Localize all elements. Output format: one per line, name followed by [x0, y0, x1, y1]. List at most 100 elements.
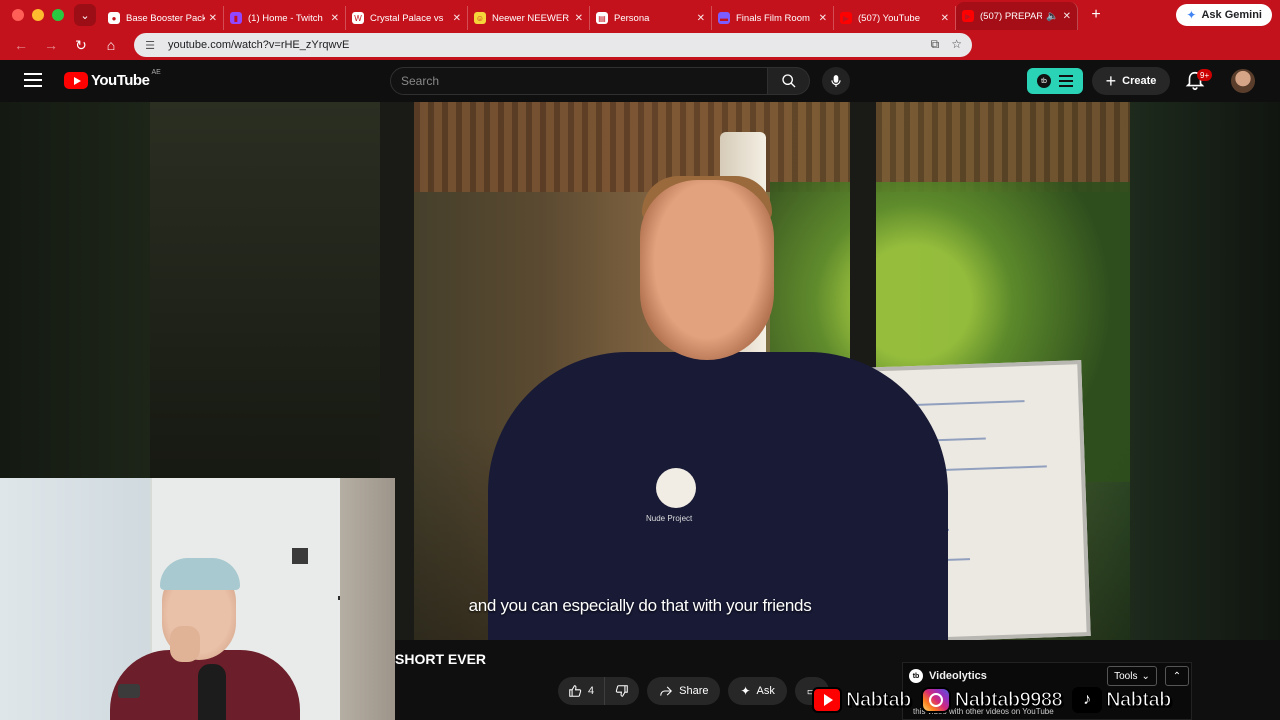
- country-code: AE: [151, 69, 161, 76]
- videolytics-logo-icon: tb: [1037, 74, 1051, 88]
- social-handle-text: Nabtab: [1105, 688, 1171, 711]
- browser-tab[interactable]: ▶ (507) YouTube ✕: [834, 6, 956, 30]
- close-tab-icon[interactable]: ✕: [209, 13, 217, 24]
- search-box: [390, 67, 768, 95]
- voice-search-button[interactable]: [822, 67, 850, 95]
- social-handles: Nabtab Nabtab9988 ♪ Nabtab: [812, 683, 1172, 717]
- tools-label: Tools: [1114, 670, 1138, 682]
- like-button[interactable]: 4: [558, 677, 605, 705]
- webcam-person-cap: [160, 558, 240, 590]
- gemini-sparkle-icon: ✦: [1186, 8, 1197, 22]
- search-input[interactable]: [401, 74, 767, 88]
- tab-favicon-icon: ▶: [840, 12, 852, 24]
- chevron-up-icon: ⌃: [1172, 670, 1182, 682]
- close-tab-icon[interactable]: ✕: [941, 13, 949, 24]
- webcam-light-switch: [292, 548, 308, 564]
- video-actions: 4 Share ✦ Ask ▭: [558, 677, 829, 705]
- browser-toolbar: ← → ↻ ⌂ ☰ youtube.com/watch?v=rHE_zYrqwv…: [0, 30, 1280, 79]
- videolytics-logo-icon: tb: [909, 669, 923, 683]
- shirt-brand-text: Nude Project: [646, 514, 693, 523]
- search-button[interactable]: [768, 67, 810, 95]
- tab-favicon-icon: ☺: [474, 12, 486, 24]
- social-handle-instagram: Nabtab9988: [920, 683, 1063, 717]
- close-tab-icon[interactable]: ✕: [1063, 11, 1071, 22]
- youtube-wordmark: YouTube: [91, 72, 150, 89]
- menu-lines-icon: [1059, 75, 1073, 87]
- ambient-glow-right: [1130, 102, 1280, 640]
- close-tab-icon[interactable]: ✕: [331, 13, 339, 24]
- webcam-microphone: [198, 664, 226, 720]
- close-tab-icon[interactable]: ✕: [819, 13, 827, 24]
- tab-title: Persona: [614, 12, 650, 24]
- tab-title: (507) YouTube: [858, 12, 920, 24]
- close-tab-icon[interactable]: ✕: [453, 13, 461, 24]
- browser-tab[interactable]: ▤ Persona ✕: [590, 6, 712, 30]
- guide-menu-icon[interactable]: [24, 73, 42, 87]
- bookmark-star-icon[interactable]: ☆: [951, 37, 962, 52]
- video-person-face: [640, 180, 774, 360]
- sparkle-icon: ✦: [740, 684, 751, 698]
- ask-gemini-button[interactable]: ✦ Ask Gemini: [1176, 4, 1272, 26]
- close-window-button[interactable]: [12, 9, 24, 21]
- browser-tab-strip: ⌄ ● Base Booster Pack ✕ ▮ (1) Home - Twitch ✕…: [0, 0, 1280, 30]
- address-bar[interactable]: ☰ youtube.com/watch?v=rHE_zYrqwvE ⧉ ☆: [134, 33, 972, 57]
- forward-button[interactable]: →: [36, 32, 66, 58]
- arrow-left-icon: ←: [14, 37, 28, 53]
- like-count: 4: [588, 685, 595, 697]
- share-label: Share: [679, 685, 709, 697]
- speaker-icon[interactable]: 🔈: [1046, 11, 1058, 22]
- tab-favicon-icon: W: [352, 12, 364, 24]
- create-label: Create: [1122, 75, 1157, 87]
- tiktok-icon: ♪: [1072, 687, 1103, 713]
- window-controls: [12, 9, 64, 21]
- home-button[interactable]: ⌂: [96, 32, 126, 58]
- close-tab-icon[interactable]: ✕: [575, 13, 583, 24]
- ask-button[interactable]: ✦ Ask: [728, 677, 787, 705]
- new-tab-button[interactable]: +: [1084, 3, 1108, 27]
- youtube-icon: [812, 687, 842, 713]
- back-button[interactable]: ←: [6, 32, 36, 58]
- create-button[interactable]: + Create: [1092, 67, 1170, 95]
- browser-tab[interactable]: ▶ (507) PREPARI 🔈 ✕: [956, 2, 1078, 30]
- browser-tab[interactable]: ▬ Finals Film Room ✕: [712, 6, 834, 30]
- youtube-header: YouTube AE tb + Create 9+: [0, 60, 1280, 102]
- webcam-person-hand: [170, 626, 200, 662]
- maximize-window-button[interactable]: [52, 9, 64, 21]
- thumbs-up-icon: [569, 685, 582, 697]
- tab-favicon-icon: ▮: [230, 12, 242, 24]
- social-handle-text: Nabtab9988: [954, 688, 1063, 711]
- tab-list: ● Base Booster Pack ✕ ▮ (1) Home - Twitch ✕ W C…: [102, 0, 1078, 30]
- share-arrow-icon: [660, 686, 673, 696]
- tab-favicon-icon: ●: [108, 12, 120, 24]
- site-info-icon[interactable]: ☰: [142, 37, 158, 53]
- shirt-logo-icon: [656, 468, 696, 508]
- browser-tab[interactable]: ▮ (1) Home - Twitch ✕: [224, 6, 346, 30]
- screen: ⌄ ● Base Booster Pack ✕ ▮ (1) Home - Twitch ✕…: [0, 0, 1280, 720]
- tab-search-button[interactable]: ⌄: [74, 4, 96, 26]
- browser-tab[interactable]: ● Base Booster Pack ✕: [102, 6, 224, 30]
- social-handle-text: Nabtab: [845, 688, 911, 711]
- url-text[interactable]: youtube.com/watch?v=rHE_zYrqwvE: [168, 39, 349, 51]
- install-app-icon[interactable]: ⧉: [931, 37, 940, 52]
- thumbs-down-icon: [615, 685, 628, 697]
- youtube-play-icon: [64, 72, 88, 89]
- close-tab-icon[interactable]: ✕: [697, 13, 705, 24]
- social-handle-youtube: Nabtab: [812, 683, 912, 717]
- browser-tab[interactable]: ☺ Neewer NEEWER ✕: [468, 6, 590, 30]
- chevron-down-icon: ⌄: [1141, 670, 1150, 682]
- reload-button[interactable]: ↻: [66, 32, 96, 58]
- minimize-window-button[interactable]: [32, 9, 44, 21]
- webcam-overlay: [0, 478, 395, 720]
- tab-favicon-icon: ▤: [596, 12, 608, 24]
- tab-title: Finals Film Room: [736, 12, 810, 24]
- ask-gemini-label: Ask Gemini: [1201, 9, 1262, 21]
- account-avatar[interactable]: [1231, 69, 1255, 93]
- share-button[interactable]: Share: [647, 677, 721, 705]
- browser-tab[interactable]: W Crystal Palace vs ✕: [346, 6, 468, 30]
- video-title: SHORT EVER: [395, 651, 487, 667]
- videolytics-toggle-button[interactable]: tb: [1027, 68, 1083, 94]
- instagram-icon: [920, 687, 951, 713]
- dislike-button[interactable]: [604, 677, 640, 705]
- plus-icon: +: [1091, 6, 1101, 23]
- youtube-logo[interactable]: YouTube AE: [64, 69, 161, 89]
